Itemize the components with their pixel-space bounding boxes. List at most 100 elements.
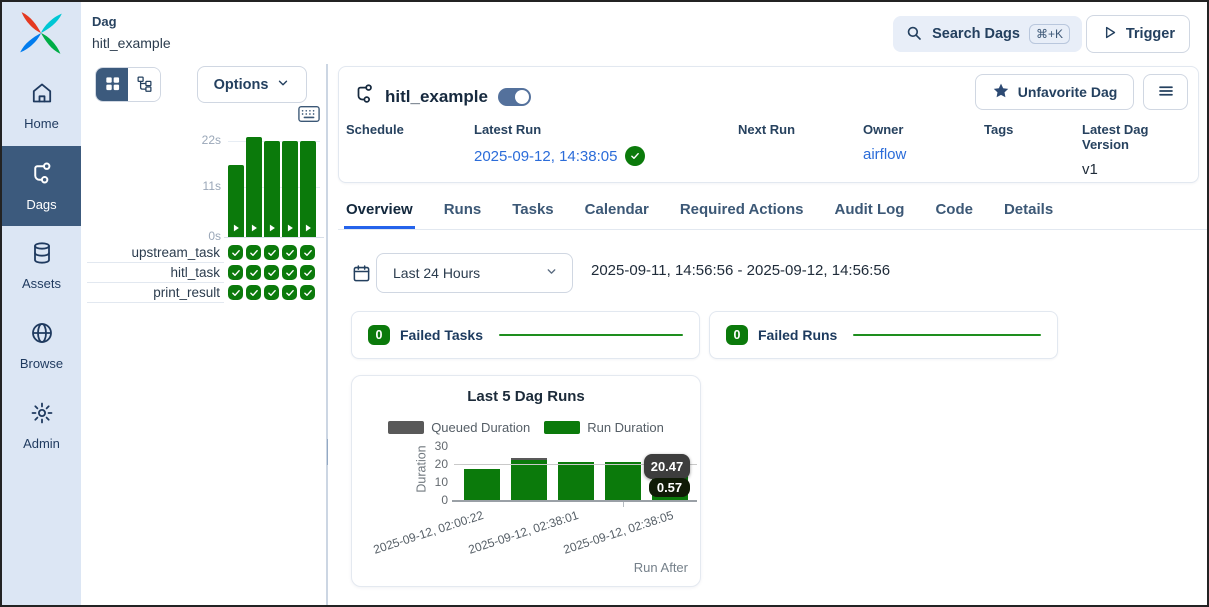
dag-pause-toggle[interactable] (498, 88, 531, 106)
star-icon (992, 82, 1010, 103)
task-instance-success[interactable] (246, 285, 261, 300)
chart-title: Last 5 Dag Runs (352, 388, 700, 405)
task-instance-success[interactable] (282, 265, 297, 280)
dag-run-bar[interactable] (282, 141, 298, 237)
dag-run-bar[interactable] (228, 165, 244, 237)
search-shortcut-badge: ⌘+K (1029, 24, 1070, 44)
sidebar-nav: HomeDags Assets Browse Admin (2, 66, 81, 466)
tab-audit-log[interactable]: Audit Log (832, 192, 906, 229)
chart-legend: Queued Duration Run Duration (352, 420, 700, 435)
stat-label: Failed Runs (758, 327, 837, 343)
task-instance-success[interactable] (300, 265, 315, 280)
task-label-print-result[interactable]: print_result (87, 283, 224, 303)
breadcrumb: Dag (92, 14, 117, 29)
field-value[interactable]: 2025-09-12, 14:38:05 (474, 146, 645, 166)
field-label: Latest Run (474, 122, 645, 137)
legend-item-queued-duration[interactable]: Queued Duration (388, 420, 530, 435)
app-header: Dag hitl_example Search Dags ⌘+K Trigger (81, 2, 1207, 64)
grid-icon (104, 75, 121, 95)
chart-bar-run-3[interactable] (558, 462, 594, 500)
keyboard-shortcuts-icon[interactable] (298, 105, 320, 128)
sidebar-item-label: Browse (20, 356, 63, 371)
tab-tasks[interactable]: Tasks (510, 192, 555, 229)
task-instance-success[interactable] (228, 265, 243, 280)
tab-overview[interactable]: Overview (344, 192, 415, 229)
chart-bar-run-1[interactable] (464, 469, 500, 500)
graph-view-button[interactable] (128, 68, 160, 101)
task-instance-success[interactable] (228, 245, 243, 260)
last-5-dag-runs-card: Last 5 Dag Runs Queued Duration Run Durat… (351, 375, 701, 587)
view-toggle-group (95, 67, 161, 102)
sidebar-item-browse[interactable]: Browse (2, 306, 81, 386)
task-instance-success[interactable] (282, 245, 297, 260)
legend-item-run-duration[interactable]: Run Duration (544, 420, 664, 435)
field-value[interactable]: airflow (863, 146, 906, 163)
airflow-logo[interactable] (16, 10, 66, 56)
chevron-down-icon (545, 265, 558, 281)
airflow-app-window: HomeDags Assets Browse Admin Dag hitl_examp… (0, 0, 1209, 607)
browse-icon (30, 321, 54, 350)
tab-runs[interactable]: Runs (442, 192, 484, 229)
time-range-select[interactable]: Last 24 Hours (376, 253, 573, 293)
task-instance-success[interactable] (246, 265, 261, 280)
chart-y-tick: 10 (414, 475, 448, 489)
unfavorite-dag-button[interactable]: Unfavorite Dag (975, 74, 1134, 110)
play-icon (285, 223, 295, 233)
dag-run-bar[interactable] (300, 141, 316, 237)
sidebar-item-label: Assets (22, 276, 61, 291)
task-instance-success[interactable] (300, 285, 315, 300)
task-label-upstream-task[interactable]: upstream_task (87, 243, 224, 263)
dag-tabs: Overview Runs Tasks Calendar Required Action… (338, 192, 1207, 230)
task-instance-success[interactable] (264, 265, 279, 280)
duration-tick-label: 11s (191, 179, 221, 193)
home-icon (30, 81, 54, 110)
chart-x-tick (623, 502, 624, 507)
stat-card-failed-tasks[interactable]: 0Failed Tasks (351, 311, 700, 359)
options-label: Options (214, 77, 269, 93)
sidebar-item-assets[interactable]: Assets (2, 226, 81, 306)
play-icon (249, 223, 259, 233)
grid-view-button[interactable] (96, 68, 128, 101)
task-instance-success[interactable] (246, 245, 261, 260)
stat-sparkline (499, 334, 683, 336)
run-duration-segment (511, 460, 547, 500)
dag-menu-button[interactable] (1143, 74, 1188, 110)
search-icon (905, 24, 923, 45)
task-instance-success[interactable] (264, 285, 279, 300)
chart-y-tick: 30 (414, 439, 448, 453)
calendar-icon (352, 264, 371, 288)
dag-field-schedule: Schedule (346, 122, 404, 137)
grid-panel: Options 22s 11s 0s upstream_taskhitl_taskp… (81, 64, 326, 607)
task-instance-success[interactable] (282, 285, 297, 300)
duration-tick-label: 22s (191, 133, 221, 147)
chart-bar-run-4[interactable] (605, 462, 641, 500)
sidebar-item-label: Admin (23, 436, 60, 451)
legend-label: Run Duration (587, 420, 664, 435)
chart-x-axis-label: Run After (634, 560, 688, 575)
dag-header-card: hitl_example Unfavorite Dag Schedule (338, 66, 1199, 183)
play-icon (1101, 24, 1118, 45)
task-label-hitl-task[interactable]: hitl_task (87, 263, 224, 283)
task-instance-success[interactable] (264, 245, 279, 260)
options-button[interactable]: Options (197, 66, 307, 103)
chart-y-tick: 20 (414, 457, 448, 471)
tooltip-run-duration-value: 20.47 (644, 454, 690, 479)
sidebar-item-dags[interactable]: Dags (2, 146, 81, 226)
sidebar-item-admin[interactable]: Admin (2, 386, 81, 466)
field-value: v1 (1082, 161, 1198, 178)
tab-details[interactable]: Details (1002, 192, 1055, 229)
dag-run-bar[interactable] (264, 141, 280, 237)
trigger-label: Trigger (1126, 26, 1175, 42)
tab-required-actions[interactable]: Required Actions (678, 192, 806, 229)
task-instance-success[interactable] (228, 285, 243, 300)
tab-code[interactable]: Code (933, 192, 975, 229)
dag-run-bar[interactable] (246, 137, 262, 237)
stat-card-failed-runs[interactable]: 0Failed Runs (709, 311, 1058, 359)
duration-tick-label: 0s (191, 229, 221, 243)
search-dags-button[interactable]: Search Dags ⌘+K (893, 16, 1082, 52)
trigger-button[interactable]: Trigger (1086, 15, 1190, 53)
task-instance-success[interactable] (300, 245, 315, 260)
sidebar-item-home[interactable]: Home (2, 66, 81, 146)
tab-calendar[interactable]: Calendar (583, 192, 651, 229)
stat-sparkline (853, 334, 1041, 336)
